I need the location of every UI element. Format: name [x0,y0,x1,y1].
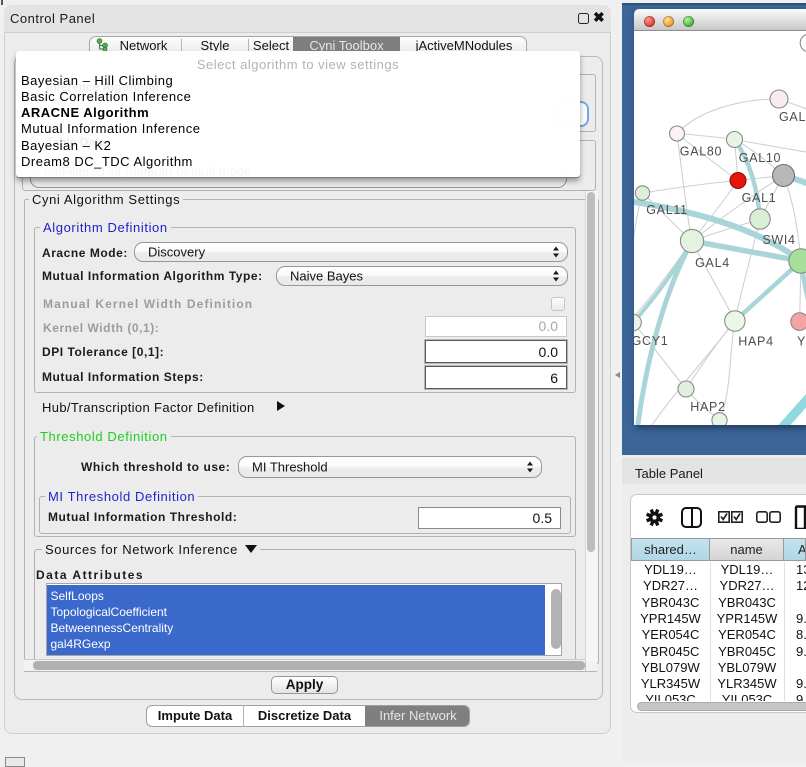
svg-text:GAL4: GAL4 [695,256,730,270]
svg-text:SWI4: SWI4 [762,233,795,247]
svg-text:GAL10: GAL10 [739,151,781,165]
svg-text:Y: Y [797,335,806,349]
svg-text:GAL1: GAL1 [742,191,777,205]
svg-text:HAP2: HAP2 [690,400,725,414]
svg-text:GAL11: GAL11 [646,203,688,217]
svg-text:GAL80: GAL80 [680,145,722,159]
svg-text:GCY1: GCY1 [634,334,668,348]
svg-text:HAP4: HAP4 [738,335,773,349]
svg-text:GAL2: GAL2 [779,110,806,124]
